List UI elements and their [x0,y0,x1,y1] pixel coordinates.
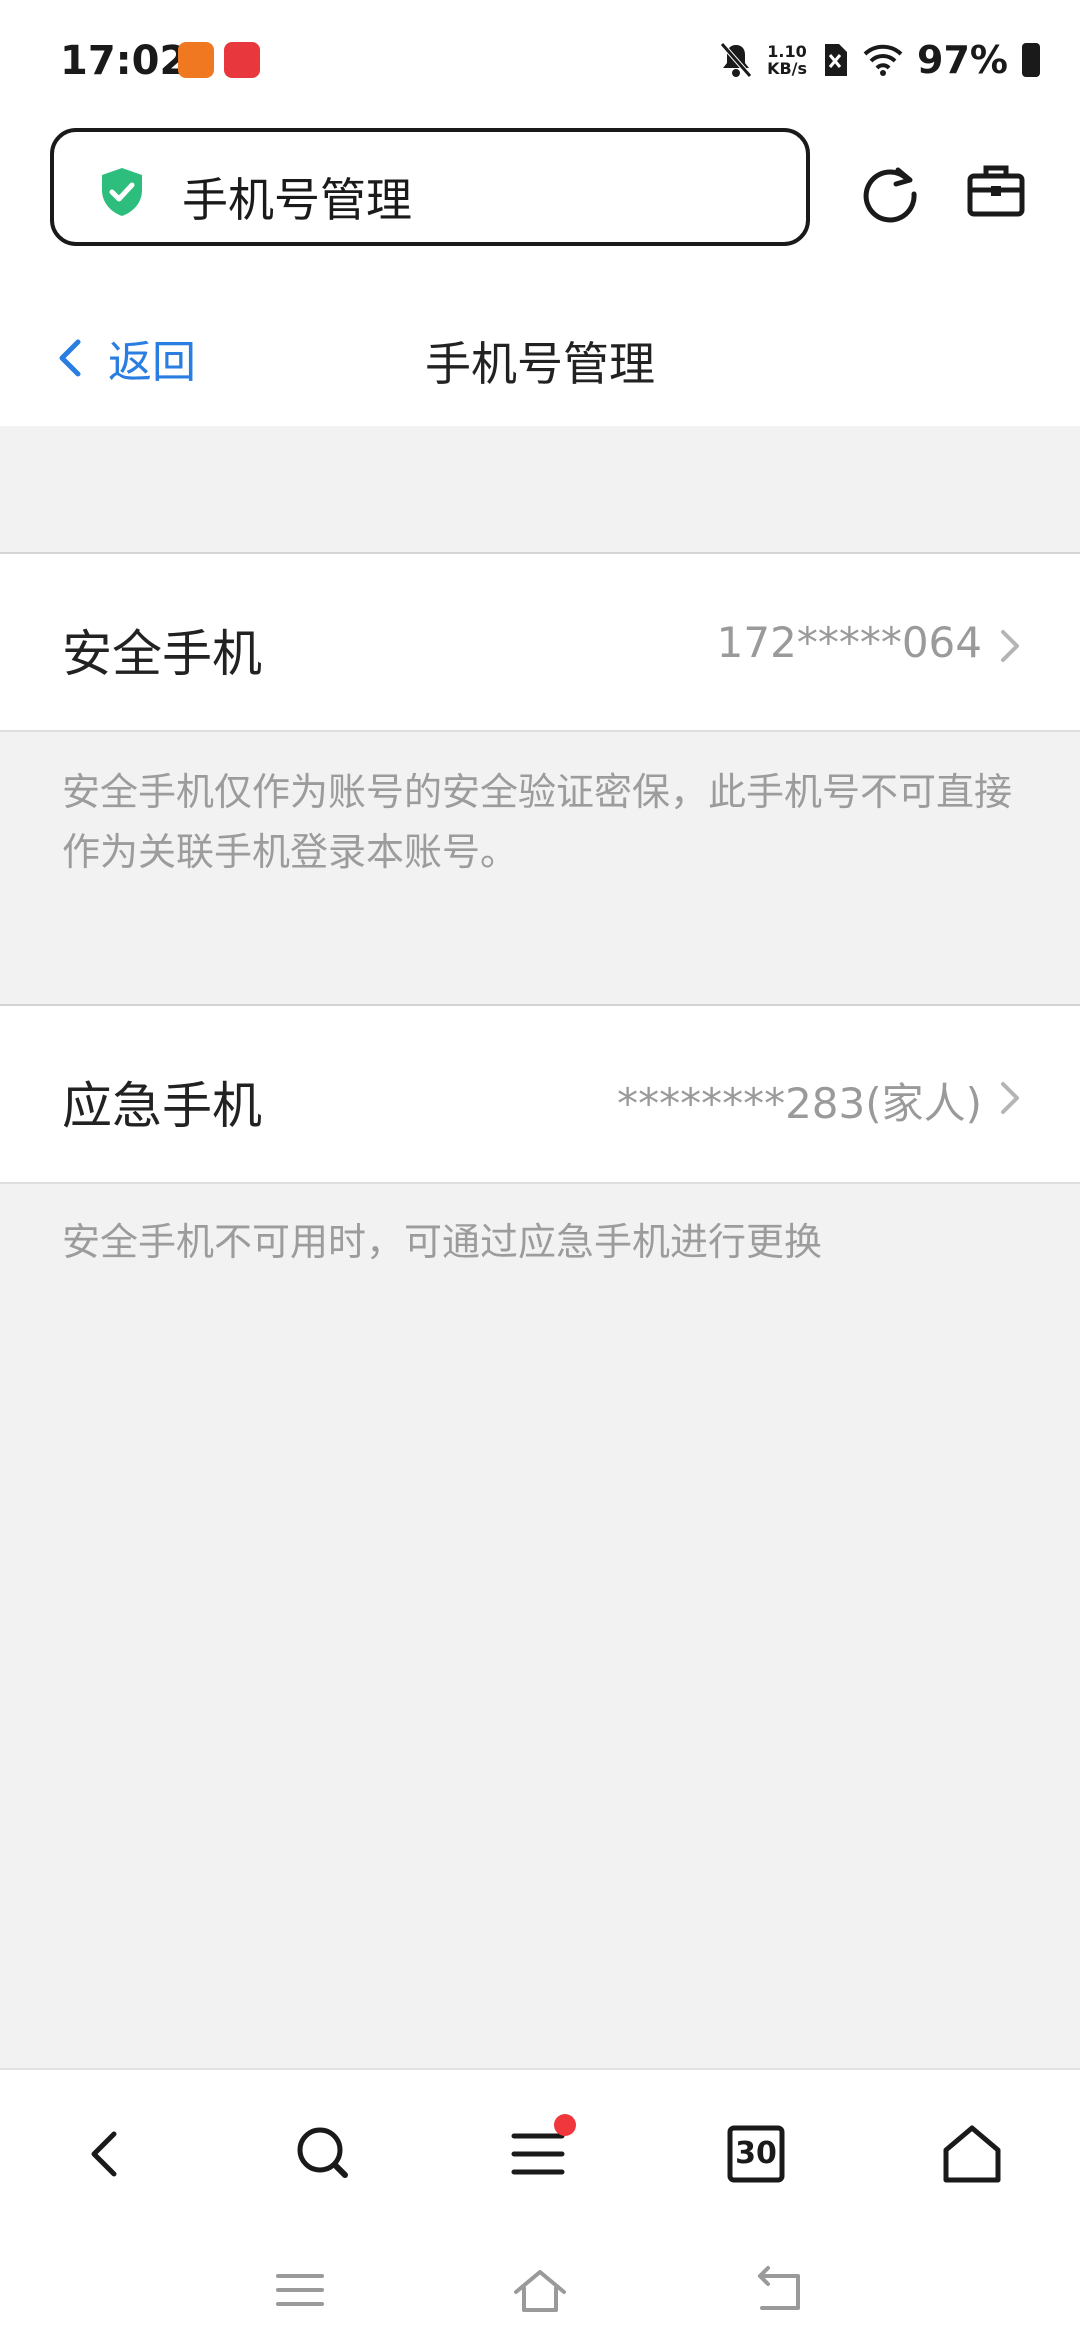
address-bar-title: 手机号管理 [182,173,412,227]
toolbox-icon[interactable] [966,162,1026,222]
browser-bar: 手机号管理 [0,120,1080,280]
emergency-phone-row[interactable]: 应急手机 ********283(家人) [0,1004,1080,1184]
security-phone-label: 安全手机 [62,625,262,683]
emergency-phone-value: ********283(家人) [617,1079,982,1128]
status-time: 17:02 [60,38,188,84]
system-back-icon[interactable] [752,2262,808,2318]
mute-bell-icon [720,42,752,78]
security-phone-description: 安全手机仅作为账号的安全验证密保，此手机号不可直接作为关联手机登录本账号。 [62,770,1013,874]
system-navigation-bar [0,2238,1080,2344]
emergency-phone-description: 安全手机不可用时，可通过应急手机进行更换 [62,1220,823,1264]
reload-icon[interactable] [858,160,922,224]
chevron-right-icon [1001,1082,1019,1114]
huawei-notification-icon [224,42,260,78]
security-phone-value: 172*****064 [716,618,982,667]
net-speed-unit: KB/s [767,59,808,78]
system-home-icon[interactable] [512,2262,568,2318]
network-speed: 1.10 KB/s [767,43,807,77]
page-title: 手机号管理 [425,337,655,391]
page-header: 返回 手机号管理 [0,280,1080,426]
browser-toolbar: 30 [0,2068,1080,2240]
chevron-right-icon [1001,630,1019,662]
tabs-count: 30 [735,2136,777,2171]
shield-check-icon [102,168,142,216]
home-icon[interactable] [940,2122,1004,2186]
wifi-icon [863,44,903,76]
tabs-button[interactable]: 30 [724,2122,788,2186]
security-phone-row[interactable]: 安全手机 172*****064 [0,552,1080,732]
status-bar: 17:02 1.10 KB/s 97% [0,0,1080,120]
battery-icon [1022,43,1040,77]
net-speed-value: 1.10 [767,42,807,61]
no-sim-icon [825,44,848,76]
search-icon[interactable] [292,2122,356,2186]
menu-notification-badge [554,2114,576,2136]
system-menu-icon[interactable] [272,2262,328,2318]
address-bar[interactable]: 手机号管理 [50,128,810,246]
emergency-phone-label: 应急手机 [62,1077,262,1135]
app-notification-icon [178,42,214,78]
back-icon[interactable] [74,2122,138,2186]
status-indicators: 1.10 KB/s 97% [719,38,1040,82]
battery-percent: 97% [917,38,1008,82]
